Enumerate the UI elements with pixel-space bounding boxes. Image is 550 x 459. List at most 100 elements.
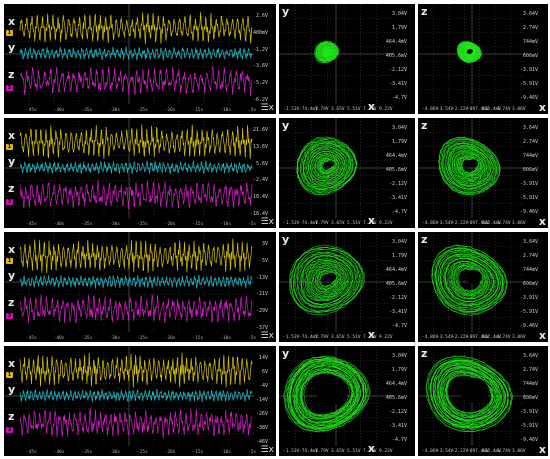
time-tick-label: -25s [137,450,148,455]
phase-x-tick-label: -2.22V [452,449,469,454]
attractor-hole [468,159,479,168]
phase-y-tick-label: 606mV [522,167,538,173]
phase-y-tick-label: 3.04V [391,353,407,359]
phase-x-tick-label: -4.86V [422,449,439,454]
phase-y-tick-label: -3.91V [519,67,538,73]
phase-x-tick-label: 1.74V [497,449,511,454]
phase-x-tick-label: 3.65V [331,107,345,112]
phase-y-tick-label: -2.12V [388,67,407,73]
phase-y-tick-label: -4.7V [391,437,407,443]
phase-y-tick-label: 606mV [522,53,538,59]
voltage-scale-label: 2.6V [255,13,268,19]
phase-y-tick-label: 744mV [522,267,538,273]
channel-1-marker[interactable]: 1 [6,258,13,265]
phase-y-tick-label: -5.91V [519,423,538,429]
phase-y-tick-label: -3.91V [519,181,538,187]
phase-y-tick-label: 3.64V [522,125,538,131]
time-traces [4,118,254,218]
horizontal-zoom-icon[interactable]: ☰x [261,104,274,113]
channel-label-z: z [8,182,15,195]
horizontal-zoom-icon[interactable]: ☰x [261,446,274,455]
phase-y-tick-label: -2.12V [388,295,407,301]
trace-x [19,352,253,388]
time-tick-label: -25s [137,336,148,341]
phase-axis-horizontal-label: x [538,101,546,114]
phase-y-tick-label: 606mV [522,395,538,401]
channel-1-marker[interactable]: 1 [6,144,13,151]
attractor-hole [468,49,473,53]
grid [418,118,526,218]
phase-x-tick-label: -2.22V [452,107,469,112]
attractor-hole [326,272,337,282]
phase-y-tick-label: 2.74V [522,367,538,373]
phase-axis-vertical-label: z [421,119,428,132]
trace-x [19,11,253,45]
channel-1-marker[interactable]: 1 [6,30,13,37]
channel-3-marker[interactable]: 3 [6,427,13,433]
phase-x-tick-label: 9.22V [379,221,393,226]
channel-label-z: z [8,296,15,309]
trace-y [19,46,253,61]
phase-portrait-xy: y x 3.04V 1.79V 464.4mV 405.6mV -2.12V -3.41V -4… [279,346,415,456]
phase-x-tick-label: -2.22V [452,335,469,340]
attractor [456,41,483,64]
channel-3-marker[interactable]: 3 [6,313,13,319]
phase-axis-vertical-label: z [421,5,428,18]
channel-1-marker[interactable]: 1 [6,372,13,379]
voltage-scale-label: 5.6V [255,160,268,167]
phase-x-tick-label: -2.22V [452,221,469,226]
attractor [313,40,340,64]
channel-label-z: z [8,68,15,81]
phase-portrait-xz: z x 3.64V 2.74V 744mV 606mV -3.91V -5.91V -9.46V… [418,4,548,114]
phase-y-tick-label: 3.04V [391,11,407,17]
phase-y-tick-label: 1.79V [391,25,407,31]
phase-axis-vertical-label: z [421,233,428,246]
time-tick-label: -30s [109,108,121,113]
phase-x-tick-label: 1.79V [315,107,329,112]
phase-x-tick-label: -3.54V [437,221,454,226]
channel-label-x: x [8,243,16,257]
phase-y-tick-label: -3.41V [388,309,407,315]
time-tick-label: -40s [53,450,65,455]
phase-y-tick-label: 1.79V [391,253,407,259]
channel-label-y: y [8,154,16,168]
trace-x [19,124,253,160]
phase-y-tick-label: 464.4mV [385,267,407,273]
channel-label-y: y [8,268,16,282]
time-tick-label: -30s [109,336,121,341]
phase-y-tick-label: -9.46V [519,323,538,329]
channel-3-marker[interactable]: 3 [6,85,13,91]
channel-3-marker[interactable]: 3 [6,199,13,205]
horizontal-zoom-icon[interactable]: ☰x [261,218,274,227]
phase-y-tick-label: 464.4mV [385,381,407,387]
trace-y [19,159,253,175]
phase-y-tick-label: 1.79V [391,139,407,145]
time-panel: x y z 1 3 2.6V 400mV -1.2V -3.6V -5.2V -6.2V -45s -4… [4,4,276,114]
phase-y-tick-label: 2.74V [522,139,538,145]
phase-x-tick-label: 1.74V [497,221,511,226]
time-tick-label: -5s [248,450,257,455]
horizontal-zoom-icon[interactable]: ☰x [261,332,274,341]
phase-x-tick-label: 5.51V [347,335,361,340]
voltage-scale-label: -10.4V [249,194,268,201]
phase-x-tick-label: 3.06V [512,335,526,340]
time-tick-label: -30s [109,450,121,455]
channel-label-x: x [8,357,16,371]
attractor [296,136,358,196]
voltage-scale-label: -29V [255,308,268,315]
phase-y-tick-label: 3.04V [391,125,407,131]
phase-portrait-xy: y x 3.04V 1.79V 464.4mV 405.6mV -2.12V -3.41V -4… [279,232,415,342]
time-tick-label: -35s [81,222,93,227]
phase-x-tick-label: -3.54V [437,335,454,340]
voltage-scale-label: -3.6V [252,63,268,70]
phase-portrait-xz: z x 3.64V 2.74V 744mV 606mV -3.91V -5.91V -9.46V… [418,232,548,342]
time-traces [4,232,254,332]
time-panel: x y z 1 3 3V -5V -13V -21V -29V -37V -45s -40s -35s -3… [4,232,276,342]
phase-y-tick-label: 744mV [522,39,538,45]
phase-x-tick-label: 1.74V [497,107,511,112]
channel-label-z: z [8,410,15,423]
phase-y-tick-label: -5.91V [519,309,538,315]
phase-axis-horizontal-label: x [538,215,546,228]
time-tick-label: -35s [81,450,93,455]
phase-x-tick-label: -1.53V [283,221,300,226]
